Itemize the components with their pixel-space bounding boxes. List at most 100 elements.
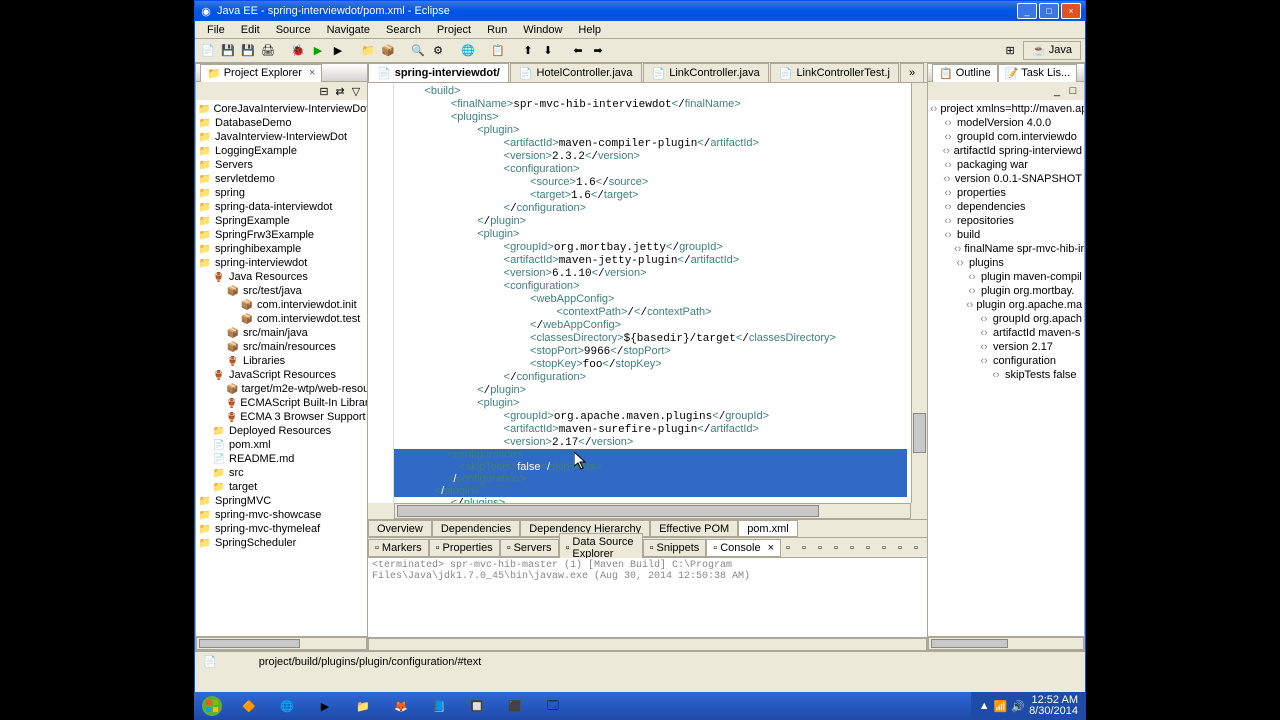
tree-item[interactable]: src/test/java: [198, 284, 365, 298]
tree-item[interactable]: Deployed Resources: [198, 424, 365, 438]
tree-item[interactable]: com.interviewdot.init: [198, 298, 365, 312]
tree-item[interactable]: JavaInterview-InterviewDot: [198, 130, 365, 144]
tree-item[interactable]: target: [198, 480, 365, 494]
editor-vscrollbar[interactable]: [911, 83, 927, 503]
outline-item[interactable]: ‹›project xmlns=http://maven.apac: [930, 102, 1082, 116]
wmp-button[interactable]: ▶: [307, 694, 343, 718]
app3-button[interactable]: ⬛: [497, 694, 533, 718]
editor-area[interactable]: <build> <finalName>spr-mvc-hib-interview…: [368, 83, 927, 503]
save-button[interactable]: 💾: [219, 42, 237, 60]
task-list-tab[interactable]: 📝 Task Lis...: [998, 64, 1078, 82]
outline-item[interactable]: ‹›version 0.0.1-SNAPSHOT: [930, 172, 1082, 186]
nav-button[interactable]: 🌐: [459, 42, 477, 60]
tree-item[interactable]: Servers: [198, 158, 365, 172]
prev-annotation-button[interactable]: ⬆: [519, 42, 537, 60]
tree-item[interactable]: src/main/java: [198, 326, 365, 340]
outline-tree[interactable]: ‹›project xmlns=http://maven.apac‹›model…: [928, 100, 1084, 636]
open-perspective-button[interactable]: ⊞: [1001, 41, 1019, 59]
code-content[interactable]: <build> <finalName>spr-mvc-hib-interview…: [394, 83, 911, 503]
save-all-button[interactable]: 💾: [239, 42, 257, 60]
tree-item[interactable]: servletdemo: [198, 172, 365, 186]
tree-item[interactable]: spring-mvc-thymeleaf: [198, 522, 365, 536]
tree-item[interactable]: spring-data-interviewdot: [198, 200, 365, 214]
menu-run[interactable]: Run: [479, 22, 515, 38]
outline-item[interactable]: ‹›dependencies: [930, 200, 1082, 214]
task-button[interactable]: 📋: [489, 42, 507, 60]
outline-item[interactable]: ‹›plugin org.apache.ma: [930, 298, 1082, 312]
tree-item[interactable]: ECMA 3 Browser Support Libr: [198, 410, 365, 424]
forward-button[interactable]: ➡: [589, 42, 607, 60]
tray-icon[interactable]: ▲: [979, 700, 990, 712]
tree-item[interactable]: com.interviewdot.test: [198, 312, 365, 326]
editor-tab[interactable]: 📄spring-interviewdot/: [368, 63, 509, 82]
view-tab-properties[interactable]: ▫Properties: [429, 539, 500, 557]
tree-item[interactable]: SpringScheduler: [198, 536, 365, 550]
tree-item[interactable]: src: [198, 466, 365, 480]
vlc-button[interactable]: 🔶: [231, 694, 267, 718]
outline-item[interactable]: ‹›artifactId spring-interviewd: [930, 144, 1082, 158]
outline-item[interactable]: ‹›plugin org.mortbay.: [930, 284, 1082, 298]
explorer-button[interactable]: 📁: [345, 694, 381, 718]
outline-item[interactable]: ‹›properties: [930, 186, 1082, 200]
outline-tab[interactable]: 📋 Outline: [932, 64, 998, 82]
remove-button[interactable]: ▫: [797, 541, 811, 555]
debug-button[interactable]: 🐞: [289, 42, 307, 60]
view-tab-markers[interactable]: ▫Markers: [368, 539, 429, 557]
start-button[interactable]: [194, 692, 230, 720]
tree-item[interactable]: spring-interviewdot: [198, 256, 365, 270]
console-hscrollbar[interactable]: [368, 638, 927, 651]
outline-hscrollbar[interactable]: [928, 637, 1084, 650]
java-perspective-button[interactable]: ☕ Java: [1023, 41, 1081, 60]
minimize-button[interactable]: _: [1017, 3, 1037, 19]
tree-item[interactable]: pom.xml: [198, 438, 365, 452]
project-hscrollbar[interactable]: [196, 637, 367, 650]
app1-button[interactable]: 📘: [421, 694, 457, 718]
new-button[interactable]: 📄: [199, 42, 217, 60]
tree-item[interactable]: spring: [198, 186, 365, 200]
outline-item[interactable]: ‹›finalName spr-mvc-hib-in: [930, 242, 1082, 256]
tree-item[interactable]: target/m2e-wtp/web-resourc: [198, 382, 365, 396]
back-button[interactable]: ⬅: [569, 42, 587, 60]
menu-window[interactable]: Window: [515, 22, 570, 38]
outline-item[interactable]: ‹›repositories: [930, 214, 1082, 228]
menu-edit[interactable]: Edit: [233, 22, 268, 38]
close-button[interactable]: ×: [1061, 3, 1081, 19]
display-button[interactable]: ▫: [861, 541, 875, 555]
new-package-button[interactable]: 📦: [379, 42, 397, 60]
outline-item[interactable]: ‹›groupId org.apach: [930, 312, 1082, 326]
tree-item[interactable]: ECMAScript Built-In Library: [198, 396, 365, 410]
menu-help[interactable]: Help: [570, 22, 609, 38]
tree-item[interactable]: SpringMVC: [198, 494, 365, 508]
outline-item[interactable]: ‹›artifactId maven-s: [930, 326, 1082, 340]
tree-item[interactable]: springhibexample: [198, 242, 365, 256]
tree-item[interactable]: SpringExample: [198, 214, 365, 228]
editor-tab[interactable]: 📄LinkControllerTest.j: [770, 63, 899, 82]
min-button[interactable]: ▫: [893, 541, 907, 555]
menu-navigate[interactable]: Navigate: [319, 22, 378, 38]
outline-item[interactable]: ‹›packaging war: [930, 158, 1082, 172]
menu-file[interactable]: File: [199, 22, 233, 38]
app2-button[interactable]: 🔲: [459, 694, 495, 718]
terminate-button[interactable]: ▫: [781, 541, 795, 555]
scroll-lock-button[interactable]: ▫: [829, 541, 843, 555]
console-output[interactable]: <terminated> spr-mvc-hib-master (1) [Mav…: [368, 558, 927, 637]
tree-item[interactable]: spring-mvc-showcase: [198, 508, 365, 522]
tree-item[interactable]: JavaScript Resources: [198, 368, 365, 382]
volume-icon[interactable]: 🔊: [1011, 700, 1025, 713]
pom-tab-pom.xml[interactable]: pom.xml: [738, 520, 798, 537]
editor-tab[interactable]: 📄LinkController.java: [643, 63, 769, 82]
outline-maximize-button[interactable]: □: [1066, 84, 1080, 98]
tree-item[interactable]: LoggingExample: [198, 144, 365, 158]
firefox-button[interactable]: 🦊: [383, 694, 419, 718]
menu-project[interactable]: Project: [429, 22, 479, 38]
pom-tab-effective-pom[interactable]: Effective POM: [650, 520, 738, 537]
tree-item[interactable]: Java Resources: [198, 270, 365, 284]
open-console-button[interactable]: ▫: [877, 541, 891, 555]
max-button[interactable]: ▫: [909, 541, 923, 555]
tree-item[interactable]: CoreJavaInterview-InterviewDot: [198, 102, 365, 116]
view-tab-servers[interactable]: ▫Servers: [500, 539, 559, 557]
project-explorer-tab[interactable]: 📁 Project Explorer ×: [200, 64, 322, 82]
view-tab-console[interactable]: ▫Console×: [706, 539, 781, 557]
menu-search[interactable]: Search: [378, 22, 429, 38]
collapse-all-button[interactable]: ⊟: [317, 84, 331, 98]
